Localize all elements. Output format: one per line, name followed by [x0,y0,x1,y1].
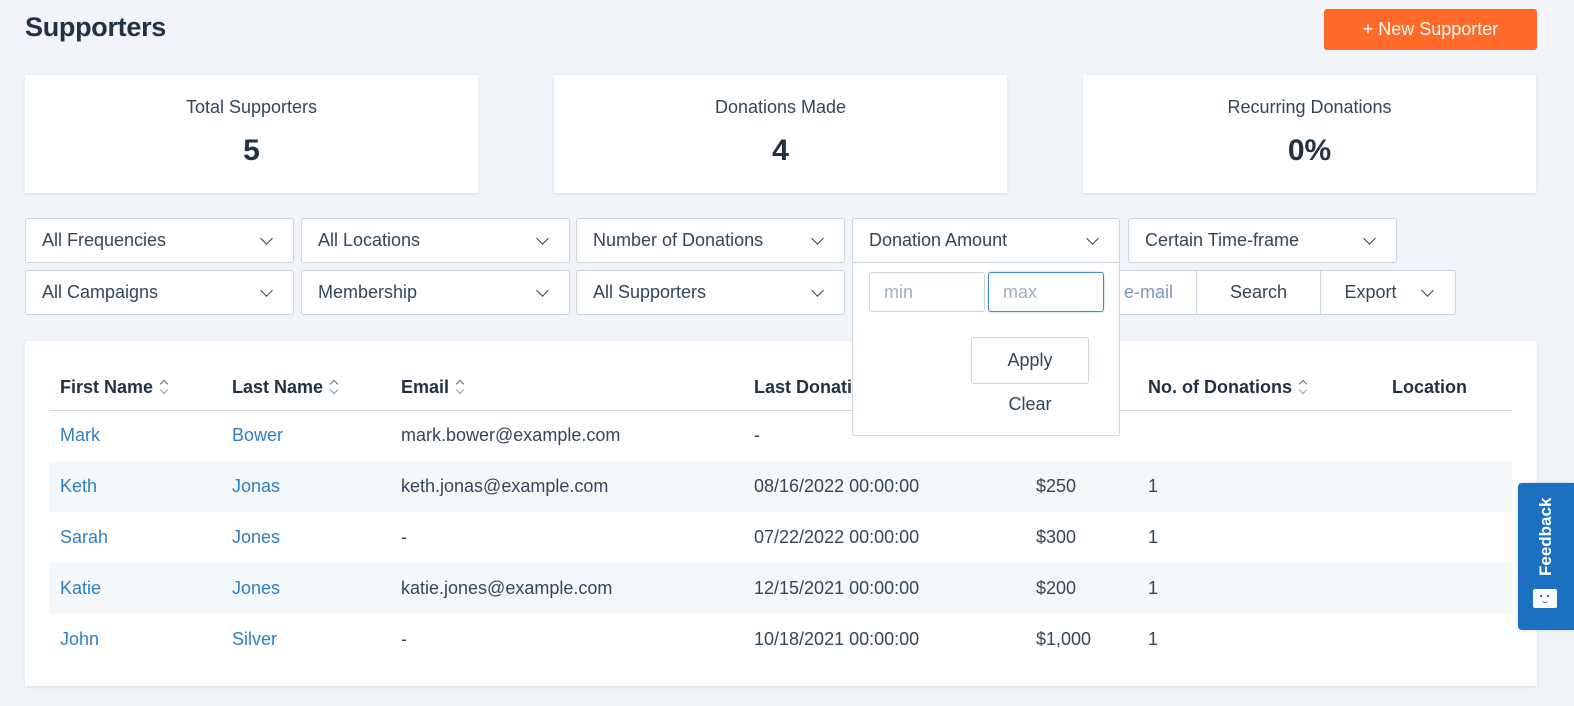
location-cell [1381,512,1512,563]
first-name-link[interactable]: Katie [60,578,101,598]
last-name-link[interactable]: Bower [232,425,283,445]
donation-amount-filter[interactable]: Donation Amount [852,218,1120,263]
first-name-link[interactable]: Mark [60,425,100,445]
frequency-filter-value: All Frequencies [42,230,167,250]
chevron-down-icon [811,231,824,245]
last-donation-cell: 12/15/2021 00:00:00 [743,563,1025,614]
first-name-link[interactable]: Keth [60,476,97,496]
search-button[interactable]: Search [1196,271,1320,314]
location-cell [1381,563,1512,614]
table-row: Katie Jones katie.jones@example.com 12/1… [49,563,1512,614]
supporters-filter[interactable]: All Supporters [576,270,845,315]
donation-amount-filter-value: Donation Amount [869,230,1008,250]
frequency-filter[interactable]: All Frequencies [25,218,294,263]
feedback-label: Feedback [1536,497,1555,577]
supporters-filter-value: All Supporters [593,282,707,302]
table-row: Mark Bower mark.bower@example.com - [49,410,1512,461]
first-name-link[interactable]: John [60,629,99,649]
stat-card-recurring-donations: Recurring Donations 0% [1083,75,1536,193]
sort-icon[interactable] [455,379,465,395]
amount-cell: $1,000 [1036,629,1092,649]
feedback-tab[interactable]: Feedback [1518,483,1574,630]
stat-card-donations-made: Donations Made 4 [554,75,1007,193]
timeframe-filter[interactable]: Certain Time-frame [1128,218,1397,263]
amount-cell: $250 [1025,461,1137,512]
location-filter[interactable]: All Locations [301,218,570,263]
stat-card-total-supporters: Total Supporters 5 [25,75,478,193]
sort-icon[interactable] [329,379,339,395]
export-button[interactable]: Export [1320,271,1455,314]
chevron-down-icon [536,231,549,245]
email-cell: - [401,527,407,547]
sort-icon[interactable] [1298,379,1308,395]
chevron-down-icon [1363,231,1376,245]
max-amount-input[interactable] [988,272,1104,312]
count-cell: 1 [1137,563,1381,614]
column-header-no-of-donations[interactable]: No. of Donations [1137,365,1381,411]
new-supporter-button[interactable]: + New Supporter [1324,9,1537,50]
last-name-link[interactable]: Jones [232,578,280,598]
chevron-down-icon [811,283,824,297]
chevron-down-icon [260,283,273,297]
membership-filter-value: Membership [318,282,418,302]
campaign-filter[interactable]: All Campaigns [25,270,294,315]
stat-value: 5 [243,134,260,167]
stat-value: 0% [1287,134,1332,167]
export-label: Export [1344,282,1397,302]
page-title: Supporters [25,12,167,42]
email-cell: - [401,629,407,649]
supporters-table: First Name Last Name Email Last Donation… [49,365,1512,665]
sort-icon[interactable] [159,379,169,395]
stat-label: Total Supporters [185,97,318,117]
email-cell: katie.jones@example.com [390,563,743,614]
supporters-table-card: First Name Last Name Email Last Donation… [25,341,1537,686]
email-cell: mark.bower@example.com [401,425,621,446]
stat-label: Donations Made [714,97,847,117]
search-group: Search Export [1117,270,1456,315]
table-row: Keth Jonas keth.jonas@example.com 08/16/… [49,461,1512,512]
column-header-email[interactable]: Email [390,365,743,411]
email-search-input[interactable] [1118,271,1196,314]
count-cell: 1 [1148,629,1159,649]
chevron-down-icon [1420,283,1434,297]
last-donation-cell: 07/22/2022 00:00:00 [754,527,920,547]
last-name-link[interactable]: Jones [232,527,280,547]
smiley-chat-icon [1533,589,1557,608]
location-cell [1381,410,1512,461]
number-of-donations-filter[interactable]: Number of Donations [576,218,845,263]
campaign-filter-value: All Campaigns [42,282,159,302]
min-amount-input[interactable] [869,272,985,312]
table-row: John Silver - 10/18/2021 00:00:00 $1,000… [49,614,1512,665]
column-header-last-name[interactable]: Last Name [221,365,390,411]
amount-cell: $200 [1025,563,1137,614]
first-name-link[interactable]: Sarah [60,527,108,547]
clear-button[interactable]: Clear [971,394,1089,415]
stat-value: 4 [772,134,789,167]
apply-button[interactable]: Apply [971,337,1089,384]
count-cell: 1 [1148,527,1159,547]
count-cell: 1 [1137,461,1381,512]
membership-filter[interactable]: Membership [301,270,570,315]
chevron-down-icon [260,231,273,245]
stat-label: Recurring Donations [1227,97,1392,117]
last-name-link[interactable]: Jonas [232,476,280,496]
email-cell: keth.jonas@example.com [390,461,743,512]
column-header-location: Location [1381,365,1512,411]
column-header-first-name[interactable]: First Name [49,365,221,411]
location-cell [1381,614,1512,665]
amount-cell: $300 [1036,527,1077,547]
table-header-row: First Name Last Name Email Last Donation… [49,365,1512,411]
last-donation-cell: 10/18/2021 00:00:00 [754,629,920,649]
timeframe-filter-value: Certain Time-frame [1145,230,1300,250]
chevron-down-icon [536,283,549,297]
table-row: Sarah Jones - 07/22/2022 00:00:00 $300 1 [49,512,1512,563]
count-cell [1137,410,1381,461]
last-donation-cell: 08/16/2022 00:00:00 [743,461,1025,512]
location-cell [1381,461,1512,512]
chevron-down-icon [1086,231,1099,245]
number-of-donations-filter-value: Number of Donations [593,230,764,250]
location-filter-value: All Locations [318,230,421,250]
donation-amount-dropdown: Apply Clear [852,262,1120,436]
last-name-link[interactable]: Silver [232,629,277,649]
